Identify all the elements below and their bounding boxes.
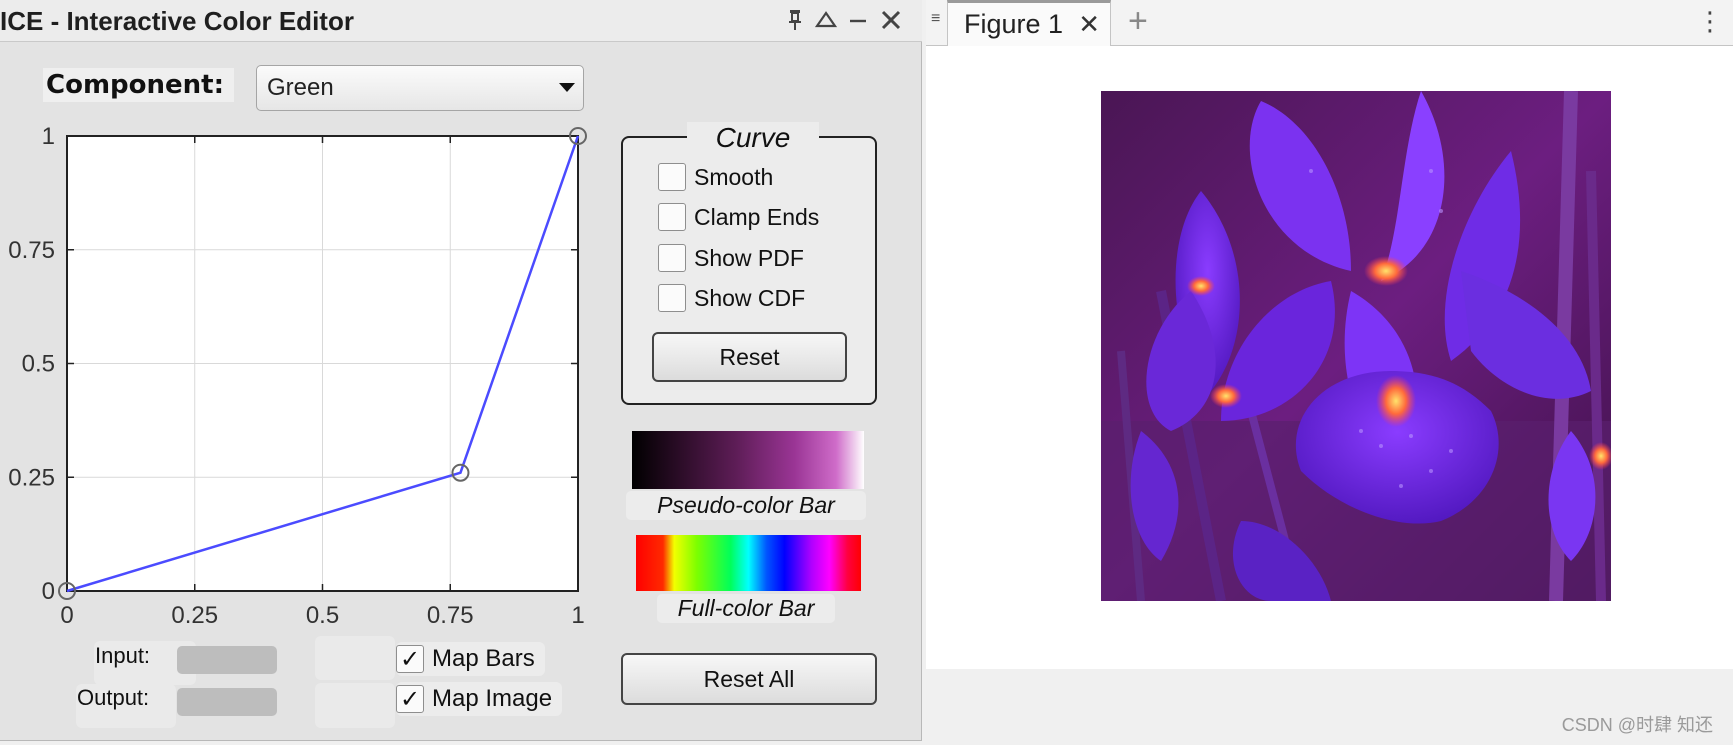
checkbox-box[interactable]: [658, 163, 686, 191]
x-tick-label: 1: [571, 602, 584, 629]
ice-window: ICE - Interactive Color Editor Component…: [0, 0, 922, 741]
x-tick-label: 0.25: [171, 602, 218, 629]
smooth-checkbox[interactable]: Smooth: [658, 161, 773, 193]
checkmark-icon[interactable]: ✓: [396, 645, 424, 673]
y-tick-label: 1: [42, 123, 55, 150]
tab-label: Figure 1: [964, 9, 1064, 39]
show-cdf-label: Show CDF: [694, 284, 806, 311]
figure-window: ≡ Figure 1 ✕ + ⋮ CSDN @时肆 知还: [926, 0, 1733, 745]
y-tick-label: 0.25: [8, 464, 55, 491]
watermark-text: CSDN @时肆 知还: [1561, 715, 1713, 735]
pin-icon[interactable]: [782, 6, 808, 34]
component-label: Component:: [43, 68, 234, 102]
y-tick-label: 0.75: [8, 237, 55, 264]
show-pdf-label: Show PDF: [694, 244, 804, 271]
ice-titlebar: ICE - Interactive Color Editor: [0, 0, 922, 42]
input-value-field: [177, 646, 277, 674]
minimize-icon[interactable]: [845, 6, 871, 34]
blank-panel: [315, 683, 395, 728]
checkbox-box[interactable]: [658, 284, 686, 312]
output-label: Output:: [77, 685, 150, 710]
y-tick-label: 0: [42, 578, 55, 605]
checkbox-box[interactable]: [658, 244, 686, 272]
output-value-field: [177, 688, 277, 716]
curve-panel-title: Curve: [687, 122, 819, 154]
drag-handle-icon[interactable]: ≡: [931, 10, 940, 28]
curve-panel: Curve Smooth Clamp Ends Show PDF Show CD…: [621, 122, 877, 405]
curve-plot[interactable]: 0 0.25 0.5 0.75 1 0 0.25 0.5 0.75 1: [0, 118, 600, 638]
more-options-icon[interactable]: ⋮: [1697, 6, 1723, 37]
map-image-label: Map Image: [432, 685, 553, 712]
purple-iris-photo-image: [1101, 91, 1611, 601]
checkmark-icon[interactable]: ✓: [396, 685, 424, 713]
checkbox-box[interactable]: [658, 203, 686, 231]
add-tab-icon[interactable]: +: [1128, 2, 1148, 41]
map-bars-label: Map Bars: [432, 645, 535, 672]
x-tick-label: 0: [60, 602, 73, 629]
close-icon[interactable]: [878, 6, 904, 34]
x-tick-label: 0.5: [306, 602, 339, 629]
show-pdf-checkbox[interactable]: Show PDF: [658, 242, 804, 274]
show-cdf-checkbox[interactable]: Show CDF: [658, 282, 805, 314]
full-color-bar: [636, 535, 861, 591]
pseudo-color-bar-label: Pseudo-color Bar: [626, 491, 866, 520]
reset-button[interactable]: Reset: [652, 332, 847, 382]
clamp-ends-label: Clamp Ends: [694, 203, 820, 230]
pseudo-color-bar: [632, 431, 864, 489]
tab-figure-1[interactable]: Figure 1 ✕: [947, 0, 1111, 46]
clamp-ends-checkbox[interactable]: Clamp Ends: [658, 201, 819, 233]
input-label: Input:: [95, 643, 151, 668]
reset-all-button[interactable]: Reset All: [621, 653, 877, 705]
plot-grid: [66, 135, 579, 592]
figure-canvas: [926, 46, 1733, 669]
component-dropdown[interactable]: Green: [256, 65, 584, 111]
figure-tabstrip: ≡ Figure 1 ✕ + ⋮: [926, 0, 1733, 46]
smooth-label: Smooth: [694, 163, 774, 190]
full-color-bar-label: Full-color Bar: [657, 594, 835, 623]
blank-panel: [315, 636, 395, 680]
map-image-checkbox[interactable]: ✓ Map Image: [396, 682, 563, 716]
map-bars-checkbox[interactable]: ✓ Map Bars: [396, 642, 545, 676]
chevron-down-icon: [559, 83, 575, 92]
close-icon[interactable]: ✕: [1078, 3, 1100, 46]
y-tick-label: 0.5: [22, 351, 55, 378]
maximize-icon[interactable]: [813, 6, 839, 34]
window-title: ICE - Interactive Color Editor: [0, 6, 354, 36]
component-selected-value: Green: [267, 74, 334, 101]
x-tick-label: 0.75: [427, 602, 474, 629]
